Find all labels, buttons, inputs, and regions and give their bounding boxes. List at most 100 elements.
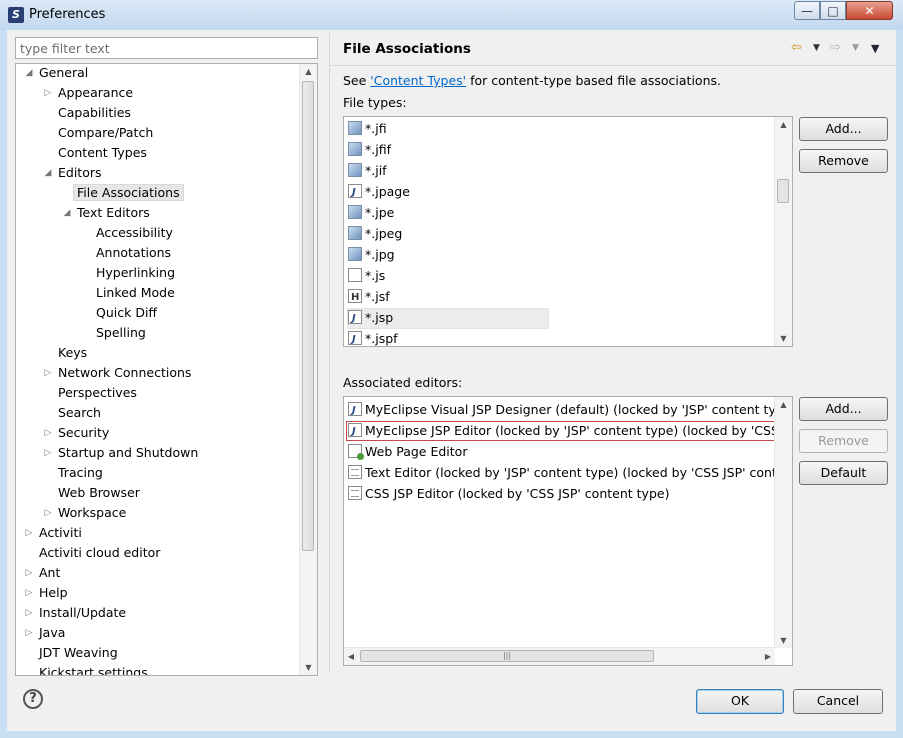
- collapsed-arrow-icon[interactable]: ▷: [42, 503, 54, 523]
- forward-arrow-icon[interactable]: ⇨: [830, 40, 841, 55]
- back-arrow-icon[interactable]: ⇦: [791, 40, 802, 55]
- view-menu-icon[interactable]: ▼: [871, 42, 879, 55]
- file-types-list[interactable]: *.jfi *.jfif *.jif *.jpage *.jpe *.jpeg *.jpg *…: [343, 116, 793, 347]
- file-type-row[interactable]: *.jsf: [348, 286, 390, 308]
- tree-item[interactable]: ▷ Appearance: [45, 83, 134, 103]
- associated-editors-list[interactable]: MyEclipse Visual JSP Designer (default) …: [343, 396, 793, 666]
- tree-item[interactable]: ▷ Ant: [26, 563, 61, 583]
- collapsed-arrow-icon[interactable]: ▷: [42, 443, 54, 463]
- collapsed-arrow-icon[interactable]: ▷: [42, 363, 54, 383]
- file-type-row[interactable]: *.jfi: [348, 118, 387, 139]
- tree-item[interactable]: ◢ Text Editors: [64, 203, 150, 223]
- file-type-row[interactable]: *.jif: [348, 160, 387, 181]
- editor-row[interactable]: MyEclipse Visual JSP Designer (default) …: [348, 399, 792, 421]
- scroll-down-icon[interactable]: ▼: [775, 331, 792, 346]
- tree-item[interactable]: ▷ Network Connections: [45, 363, 192, 383]
- collapsed-arrow-icon[interactable]: ▷: [23, 623, 35, 643]
- tree-item[interactable]: Keys: [58, 343, 87, 363]
- forward-menu-icon[interactable]: ▼: [852, 43, 859, 53]
- file-type-row[interactable]: *.jpeg: [348, 223, 402, 244]
- back-menu-icon[interactable]: ▼: [813, 43, 820, 53]
- editor-row[interactable]: Text Editor (locked by 'JSP' content typ…: [348, 462, 792, 483]
- add-editor-button[interactable]: Add...: [799, 397, 888, 421]
- collapsed-arrow-icon[interactable]: ▷: [23, 563, 35, 583]
- tree-item-label: General: [39, 65, 89, 80]
- editor-row[interactable]: CSS JSP Editor (locked by 'CSS JSP' cont…: [348, 483, 669, 504]
- collapsed-arrow-icon[interactable]: ▷: [42, 83, 54, 103]
- expanded-arrow-icon[interactable]: ◢: [61, 203, 73, 223]
- java-page-icon: [348, 182, 362, 203]
- tree-item[interactable]: Compare/Patch: [58, 123, 153, 143]
- tree-item[interactable]: Tracing: [58, 463, 103, 483]
- tree-item[interactable]: ▷ Startup and Shutdown: [45, 443, 199, 463]
- tree-item[interactable]: ◢ General: [26, 64, 89, 83]
- collapsed-arrow-icon[interactable]: ▷: [23, 523, 35, 543]
- tree-item[interactable]: Perspectives: [58, 383, 137, 403]
- editors-hscroll-thumb[interactable]: |||: [360, 650, 654, 662]
- file-type-row[interactable]: *.jpage: [348, 181, 410, 203]
- tree-item[interactable]: Capabilities: [58, 103, 131, 123]
- tree-item[interactable]: Spelling: [96, 323, 146, 343]
- file-types-scrollbar[interactable]: ▲ ▼: [774, 117, 792, 346]
- remove-file-type-button[interactable]: Remove: [799, 149, 888, 173]
- tree-item[interactable]: Kickstart settings: [39, 663, 148, 675]
- scroll-right-icon[interactable]: ▶: [761, 649, 775, 664]
- scroll-up-icon[interactable]: ▲: [775, 397, 792, 412]
- tree-item[interactable]: Search: [58, 403, 101, 423]
- cancel-button[interactable]: Cancel: [793, 689, 883, 714]
- filter-input[interactable]: [15, 37, 318, 59]
- file-type-row[interactable]: *.jpg: [348, 244, 395, 265]
- collapsed-arrow-icon[interactable]: ▷: [42, 423, 54, 443]
- tree-item[interactable]: File Associations: [73, 183, 184, 203]
- scroll-down-icon[interactable]: ▼: [300, 660, 317, 675]
- tree-item[interactable]: ▷ Help: [26, 583, 68, 603]
- tree-item[interactable]: Hyperlinking: [96, 263, 175, 283]
- file-type-row[interactable]: *.js: [348, 265, 385, 286]
- file-type-row[interactable]: *.jspf: [348, 328, 398, 346]
- tree-item[interactable]: Quick Diff: [96, 303, 157, 323]
- file-type-row[interactable]: *.jsp: [348, 307, 393, 329]
- tree-item[interactable]: ▷ Security: [45, 423, 110, 443]
- close-button[interactable]: ✕: [846, 1, 893, 20]
- minimize-button[interactable]: —: [794, 1, 820, 20]
- add-file-type-button[interactable]: Add...: [799, 117, 888, 141]
- tree-item[interactable]: ◢ Editors: [45, 163, 102, 183]
- tree-item[interactable]: Annotations: [96, 243, 171, 263]
- file-type-row[interactable]: *.jfif: [348, 139, 391, 160]
- editor-row[interactable]: Web Page Editor: [348, 441, 467, 462]
- remove-editor-button[interactable]: Remove: [799, 429, 888, 453]
- expanded-arrow-icon[interactable]: ◢: [23, 64, 35, 83]
- scroll-down-icon[interactable]: ▼: [775, 633, 792, 648]
- tree-item[interactable]: ▷ Activiti: [26, 523, 82, 543]
- scroll-left-icon[interactable]: ◀: [344, 649, 358, 664]
- tree-item[interactable]: Activiti cloud editor: [39, 543, 160, 563]
- scroll-up-icon[interactable]: ▲: [300, 64, 317, 79]
- tree-item[interactable]: Accessibility: [96, 223, 173, 243]
- collapsed-arrow-icon[interactable]: ▷: [23, 583, 35, 603]
- preference-tree[interactable]: ◢ General ▷ Appearance Capabilities Compare/P…: [15, 63, 318, 676]
- collapsed-arrow-icon[interactable]: ▷: [23, 603, 35, 623]
- tree-scrollbar[interactable]: ▲ ▼: [299, 64, 317, 675]
- pane-divider[interactable]: [329, 33, 330, 673]
- tree-item[interactable]: JDT Weaving: [39, 643, 118, 663]
- tree-item[interactable]: ▷ Java: [26, 623, 66, 643]
- tree-scroll-thumb[interactable]: [302, 81, 314, 551]
- tree-item[interactable]: Linked Mode: [96, 283, 175, 303]
- tree-item-label: Spelling: [96, 325, 146, 340]
- editors-horizontal-scrollbar[interactable]: ◀ ||| ▶: [344, 647, 775, 665]
- default-editor-button[interactable]: Default: [799, 461, 888, 485]
- help-icon[interactable]: ?: [23, 689, 43, 709]
- expanded-arrow-icon[interactable]: ◢: [42, 163, 54, 183]
- file-types-scroll-thumb[interactable]: [777, 179, 789, 203]
- scroll-up-icon[interactable]: ▲: [775, 117, 792, 132]
- editor-row[interactable]: MyEclipse JSP Editor (locked by 'JSP' co…: [348, 420, 792, 442]
- ok-button[interactable]: OK: [696, 689, 784, 714]
- file-type-row[interactable]: *.jpe: [348, 202, 394, 223]
- editors-vertical-scrollbar[interactable]: ▲ ▼: [774, 397, 792, 648]
- tree-item[interactable]: ▷ Install/Update: [26, 603, 127, 623]
- content-types-link[interactable]: 'Content Types': [370, 73, 466, 88]
- tree-item[interactable]: Content Types: [58, 143, 147, 163]
- tree-item[interactable]: Web Browser: [58, 483, 140, 503]
- maximize-button[interactable]: □: [820, 1, 846, 20]
- tree-item[interactable]: ▷ Workspace: [45, 503, 127, 523]
